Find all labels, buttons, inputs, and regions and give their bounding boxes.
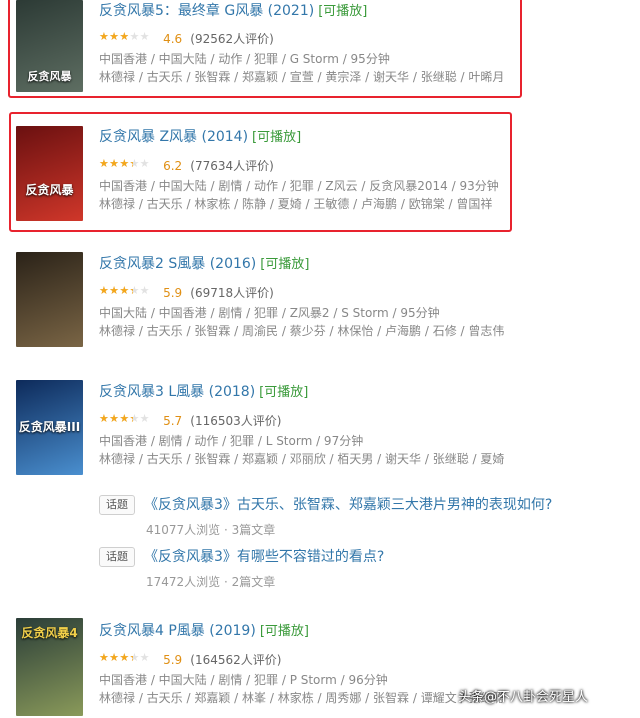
watermark-text: 头条@不八卦会死星人 — [458, 690, 589, 705]
movie-cast: 林德禄 / 古天乐 / 郑嘉颖 / 林峯 / 林家栋 / 周秀娜 / 张智霖 /… — [99, 691, 505, 705]
movie-title-link[interactable]: 反贪风暴4 P風暴 (2019) — [99, 623, 256, 639]
movie-cast: 林德禄 / 古天乐 / 张智霖 / 周渝民 / 蔡少芬 / 林保怡 / 卢海鹏 … — [99, 324, 505, 338]
rating-stars: ★★★★★★★★★★ — [99, 284, 150, 297]
stars-fill: ★★★★★ — [99, 412, 133, 425]
rating-votes: (164562人评价) — [190, 653, 282, 667]
topic-title-link[interactable]: 《反贪风暴3》古天乐、张智霖、郑嘉颖三大港片男神的表现如何? — [144, 495, 552, 515]
playable-badge[interactable]: [可播放] — [260, 257, 309, 272]
poster-title: 反贪风暴4 — [21, 626, 78, 640]
playable-badge[interactable]: [可播放] — [259, 385, 308, 400]
topic-tag[interactable]: 话题 — [99, 547, 135, 567]
stars-fill: ★★★★★ — [99, 651, 133, 664]
stars-fill: ★★★★★ — [99, 284, 133, 297]
topic-stats: 17472人浏览 · 2篇文章 — [146, 575, 276, 589]
rating-score: 5.7 — [163, 414, 183, 428]
poster-title: 反贪风暴III — [18, 420, 81, 434]
movie-title-link[interactable]: 反贪风暴2 S風暴 (2016) — [99, 256, 256, 272]
topic-stats: 41077人浏览 · 3篇文章 — [146, 523, 276, 537]
rating-stars: ★★★★★★★★★★ — [99, 651, 150, 664]
playable-badge[interactable]: [可播放] — [260, 624, 309, 639]
movie-meta: 中国香港 / 剧情 / 动作 / 犯罪 / L Storm / 97分钟 — [99, 434, 364, 448]
rating-stars: ★★★★★★★★★★ — [99, 412, 150, 425]
topic-tag[interactable]: 话题 — [99, 495, 135, 515]
highlight-box — [8, 0, 522, 98]
topic-item: 话题 《反贪风暴3》有哪些不容错过的看点? 17472人浏览 · 2篇文章 — [99, 547, 619, 591]
topic-title-link[interactable]: 《反贪风暴3》有哪些不容错过的看点? — [144, 547, 384, 567]
rating-score: 5.9 — [163, 286, 183, 300]
movie-title-link[interactable]: 反贪风暴3 L風暴 (2018) — [99, 384, 255, 400]
rating-votes: (69718人评价) — [190, 286, 274, 300]
movie-meta: 中国香港 / 中国大陆 / 剧情 / 犯罪 / P Storm / 96分钟 — [99, 673, 388, 687]
rating-votes: (116503人评价) — [190, 414, 282, 428]
topic-item: 话题 《反贪风暴3》古天乐、张智霖、郑嘉颖三大港片男神的表现如何? 41077人… — [99, 495, 619, 539]
rating-score: 5.9 — [163, 653, 183, 667]
movie-poster[interactable]: 反贪风暴4 — [16, 618, 83, 716]
movie-poster[interactable] — [16, 252, 83, 347]
movie-meta: 中国大陆 / 中国香港 / 剧情 / 犯罪 / Z风暴2 / S Storm /… — [99, 306, 440, 320]
movie-poster[interactable]: 反贪风暴III — [16, 380, 83, 475]
movie-cast: 林德禄 / 古天乐 / 张智霖 / 郑嘉颖 / 邓丽欣 / 栢天男 / 谢天华 … — [99, 452, 505, 466]
highlight-box — [9, 112, 512, 232]
